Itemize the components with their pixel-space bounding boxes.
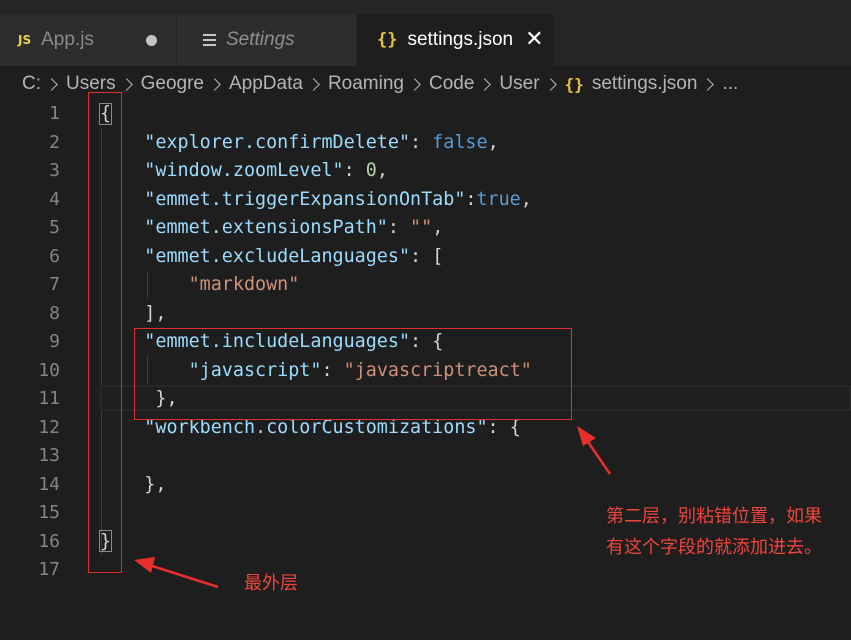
arrow-icon: [577, 426, 612, 475]
outer-layer-note: 最外层: [244, 573, 298, 594]
arrow-icon: [134, 557, 219, 589]
second-layer-note: 第二层，别粘错位置，如果有这个字段的就添加进去。: [606, 506, 822, 558]
